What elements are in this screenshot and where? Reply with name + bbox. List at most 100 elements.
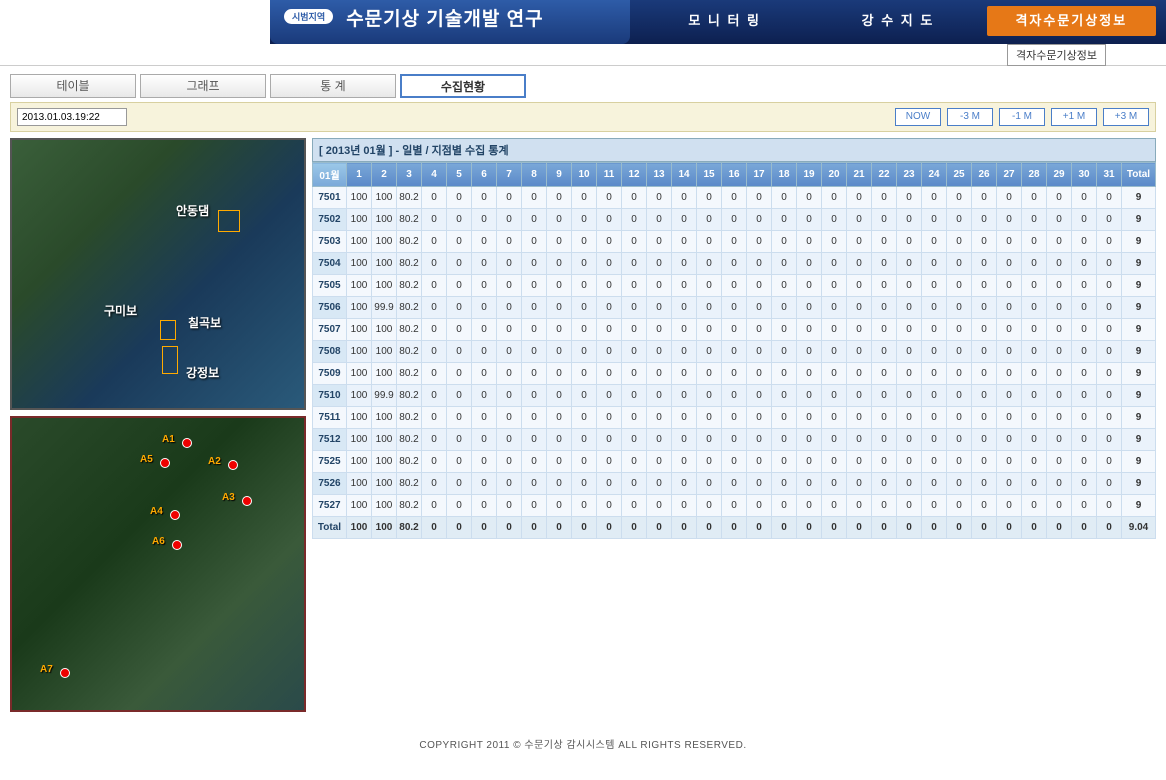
map-dot-A2[interactable] xyxy=(228,460,238,470)
cell: 0 xyxy=(747,275,772,297)
cell: 0 xyxy=(522,517,547,539)
time-button-4[interactable]: +3 M xyxy=(1103,108,1149,126)
cell: 0 xyxy=(822,429,847,451)
cell: 0 xyxy=(622,253,647,275)
cell: 0 xyxy=(847,407,872,429)
time-buttons: NOW -3 M -1 M +1 M +3 M xyxy=(895,108,1149,126)
cell: 0 xyxy=(672,407,697,429)
cell: 0 xyxy=(697,231,722,253)
tab-0[interactable]: 테이블 xyxy=(10,74,136,98)
tab-2[interactable]: 통 계 xyxy=(270,74,396,98)
cell: 0 xyxy=(597,231,622,253)
cell: 0 xyxy=(472,495,497,517)
tab-3[interactable]: 수집현황 xyxy=(400,74,526,98)
cell: 0 xyxy=(422,209,447,231)
cell: 0 xyxy=(1097,275,1122,297)
col-day-11: 11 xyxy=(597,163,622,187)
cell: 0 xyxy=(1022,495,1047,517)
cell: 0 xyxy=(647,209,672,231)
time-button-1[interactable]: -3 M xyxy=(947,108,993,126)
nav-item-2[interactable]: 격자수문기상정보 xyxy=(987,6,1156,36)
cell: 0 xyxy=(622,407,647,429)
cell: 100 xyxy=(372,231,397,253)
cell: 0 xyxy=(1047,319,1072,341)
cell: 0 xyxy=(872,275,897,297)
cell: 0 xyxy=(747,429,772,451)
cell-total: 9 xyxy=(1122,187,1156,209)
subnav-item[interactable]: 격자수문기상정보 xyxy=(1007,44,1106,66)
col-day-4: 4 xyxy=(422,163,447,187)
cell: 100 xyxy=(347,297,372,319)
cell: 0 xyxy=(1097,209,1122,231)
cell: 0 xyxy=(897,517,922,539)
cell: 100 xyxy=(372,275,397,297)
cell: 0 xyxy=(822,473,847,495)
cell: 0 xyxy=(1097,341,1122,363)
control-bar: NOW -3 M -1 M +1 M +3 M xyxy=(10,102,1156,132)
map-dot-A5[interactable] xyxy=(160,458,170,468)
cell-total: 9 xyxy=(1122,275,1156,297)
cell: 0 xyxy=(522,429,547,451)
cell: 0 xyxy=(822,341,847,363)
cell: 0 xyxy=(522,297,547,319)
cell-total: 9 xyxy=(1122,495,1156,517)
map-dot-label-A1: A1 xyxy=(162,434,175,445)
cell: 0 xyxy=(722,517,747,539)
map-dot-A1[interactable] xyxy=(182,438,192,448)
map-marker-box-0[interactable] xyxy=(218,210,240,232)
cell: 0 xyxy=(772,341,797,363)
cell: 0 xyxy=(447,319,472,341)
cell: 0 xyxy=(972,495,997,517)
cell: 0 xyxy=(772,385,797,407)
map-dot-A4[interactable] xyxy=(170,510,180,520)
map-dot-label-A4: A4 xyxy=(150,506,163,517)
map-dot-A7[interactable] xyxy=(60,668,70,678)
time-button-0[interactable]: NOW xyxy=(895,108,941,126)
cell: 0 xyxy=(572,363,597,385)
cell: 0 xyxy=(1072,297,1097,319)
cell: 0 xyxy=(597,385,622,407)
cell: 80.2 xyxy=(397,319,422,341)
time-button-3[interactable]: +1 M xyxy=(1051,108,1097,126)
cell: 0 xyxy=(1022,429,1047,451)
cell: 0 xyxy=(897,473,922,495)
cell-total: 9 xyxy=(1122,363,1156,385)
nav-item-0[interactable]: 모 니 터 링 xyxy=(640,6,809,36)
cell: 0 xyxy=(472,451,497,473)
map-dot-label-A5: A5 xyxy=(140,454,153,465)
map-dot-A3[interactable] xyxy=(242,496,252,506)
cell: 0 xyxy=(947,429,972,451)
cell: 0 xyxy=(1097,495,1122,517)
map-marker-box-1[interactable] xyxy=(160,320,176,340)
nav-item-1[interactable]: 강 수 지 도 xyxy=(813,6,982,36)
cell: 80.2 xyxy=(397,429,422,451)
tab-1[interactable]: 그래프 xyxy=(140,74,266,98)
cell: 0 xyxy=(472,275,497,297)
cell: 0 xyxy=(522,363,547,385)
cell: 0 xyxy=(1097,407,1122,429)
table-row: 751210010080.200000000000000000000000000… xyxy=(313,429,1156,451)
cell: 0 xyxy=(822,319,847,341)
cell: 0 xyxy=(422,275,447,297)
cell: 80.2 xyxy=(397,275,422,297)
cell: 0 xyxy=(747,473,772,495)
map-dot-A6[interactable] xyxy=(172,540,182,550)
table-row: 750510010080.200000000000000000000000000… xyxy=(313,275,1156,297)
col-day-17: 17 xyxy=(747,163,772,187)
cell: 0 xyxy=(972,517,997,539)
cell: 0 xyxy=(947,385,972,407)
cell: 0 xyxy=(447,209,472,231)
cell: 0 xyxy=(647,297,672,319)
cell: 0 xyxy=(1022,319,1047,341)
map-marker-box-2[interactable] xyxy=(162,346,178,374)
col-day-16: 16 xyxy=(722,163,747,187)
map-satellite[interactable]: A1A5A2A3A4A6A7 xyxy=(10,416,306,712)
map-dot-label-A7: A7 xyxy=(40,664,53,675)
time-button-2[interactable]: -1 M xyxy=(999,108,1045,126)
cell: 80.2 xyxy=(397,407,422,429)
cell: 0 xyxy=(847,429,872,451)
cell: 0 xyxy=(497,253,522,275)
cell: 0 xyxy=(522,209,547,231)
date-input[interactable] xyxy=(17,108,127,126)
map-region[interactable]: 안동댐구미보칠곡보강정보 xyxy=(10,138,306,410)
